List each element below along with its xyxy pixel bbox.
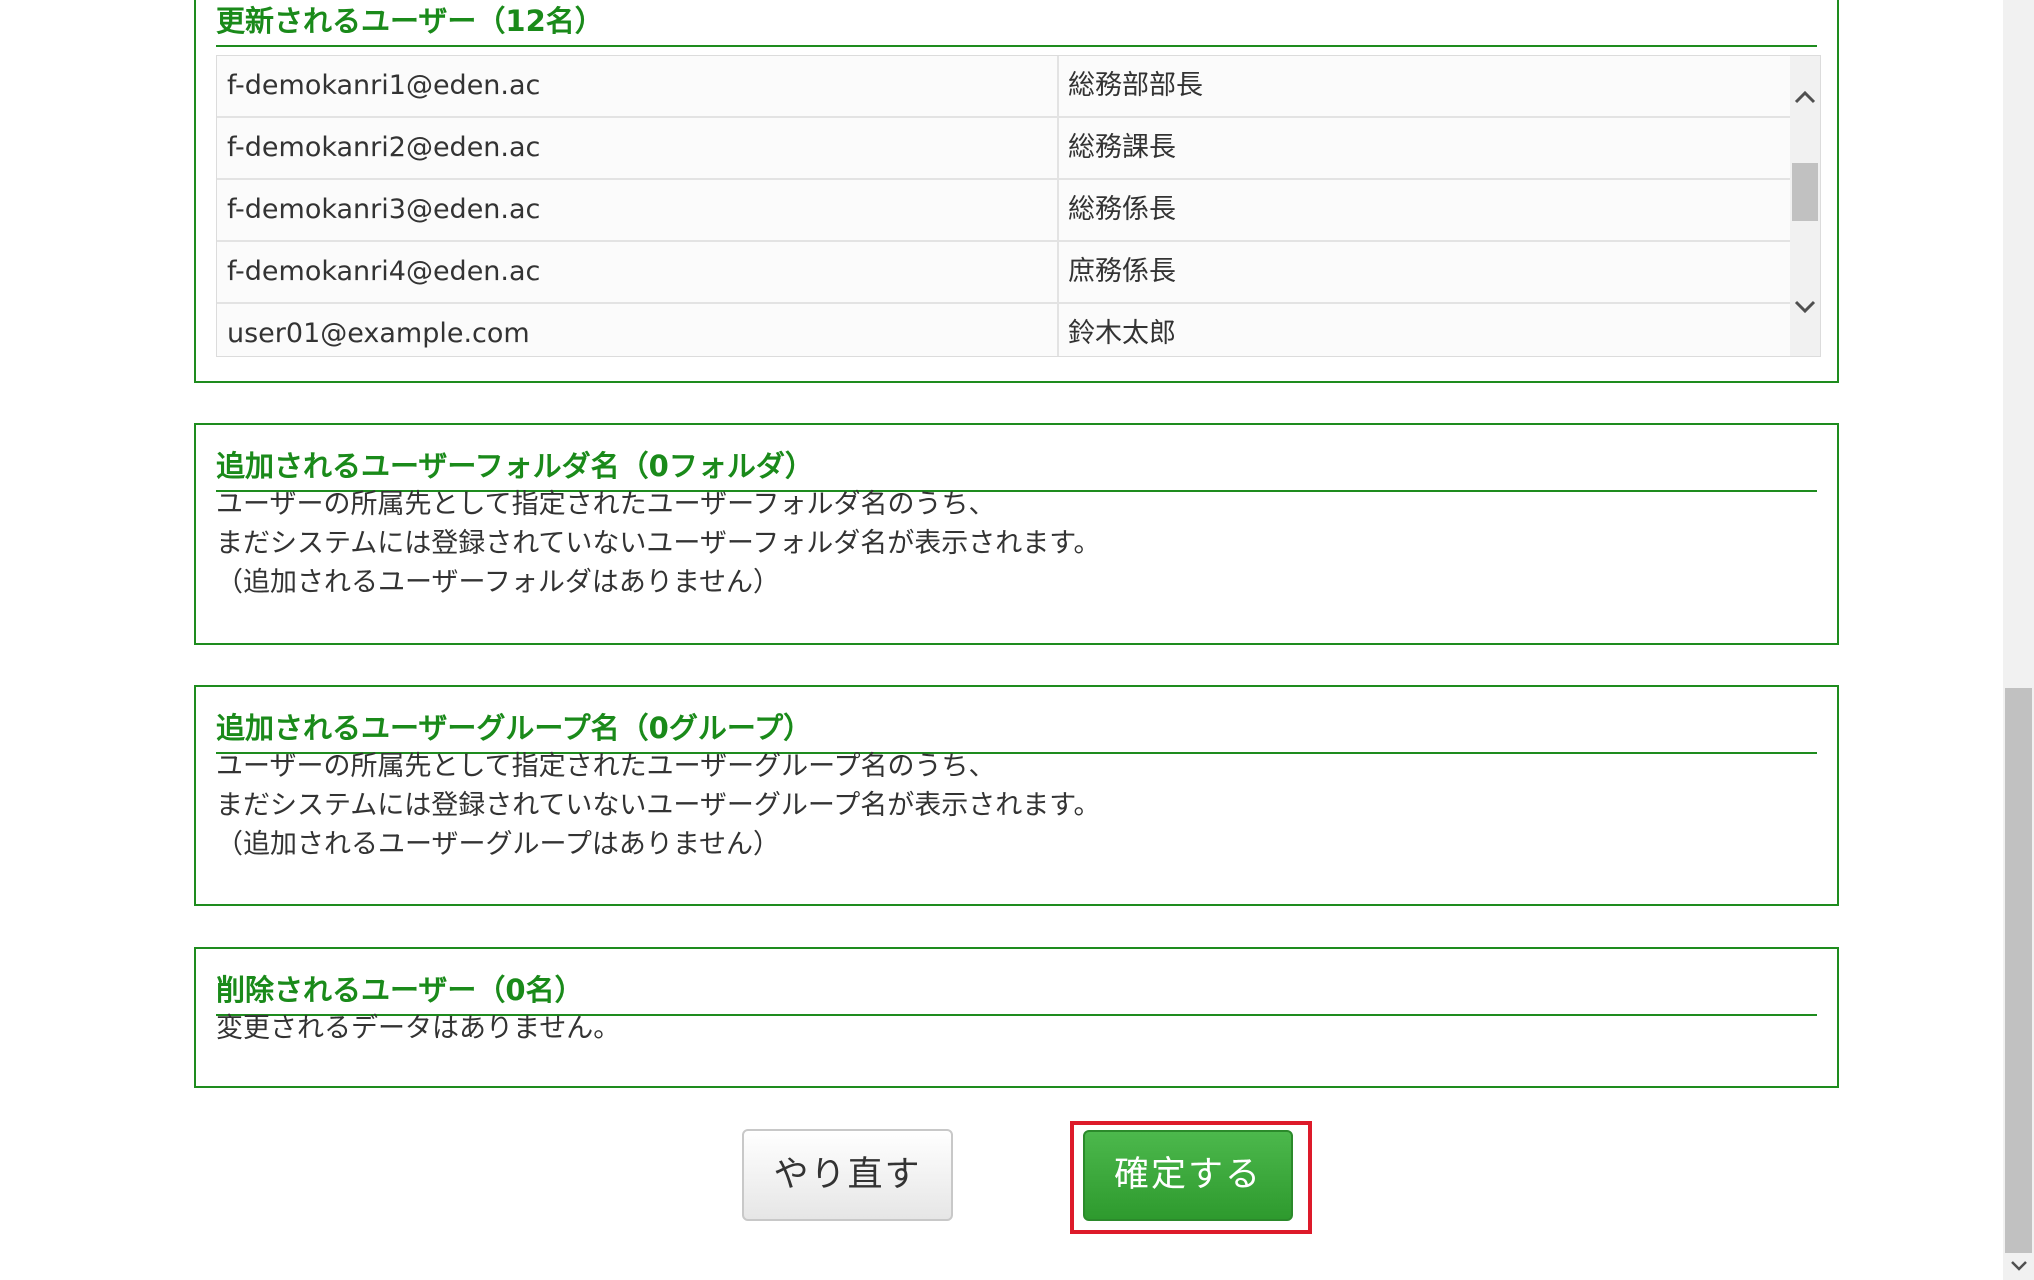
scrollbar-thumb[interactable] <box>1792 163 1818 221</box>
description-line: まだシステムには登録されていないユーザーグループ名が表示されます。 <box>216 790 1101 821</box>
table-row: user01@example.com 鈴木太郎 <box>217 304 1792 356</box>
description-line: ユーザーの所属先として指定されたユーザーグループ名のうち、 <box>216 751 996 782</box>
description-line: 変更されるデータはありません。 <box>216 1013 621 1044</box>
user-name: 庶務係長 <box>1068 256 1176 287</box>
updated-users-section: 更新されるユーザー（12名） f-demokanri1@eden.ac 総務部部… <box>194 0 1839 383</box>
user-email: f-demokanri4@eden.ac <box>227 256 541 287</box>
added-groups-description: ユーザーの所属先として指定されたユーザーグループ名のうち、 まだシステムには登録… <box>216 747 1817 864</box>
description-line: まだシステムには登録されていないユーザーフォルダ名が表示されます。 <box>216 528 1101 559</box>
chevron-down-icon[interactable] <box>2003 1249 2034 1280</box>
description-line: ユーザーの所属先として指定されたユーザーフォルダ名のうち、 <box>216 489 996 520</box>
updated-users-title: 更新されるユーザー（12名） <box>216 0 1817 47</box>
user-email: f-demokanri3@eden.ac <box>227 194 541 225</box>
column-divider <box>1057 242 1059 302</box>
added-groups-section: 追加されるユーザーグループ名（0グループ） ユーザーの所属先として指定されたユー… <box>194 685 1839 906</box>
redo-button[interactable]: やり直す <box>742 1129 953 1221</box>
user-name: 総務係長 <box>1068 194 1176 225</box>
updated-users-list[interactable]: f-demokanri1@eden.ac 総務部部長 f-demokanri2@… <box>216 55 1821 357</box>
user-table: f-demokanri1@eden.ac 総務部部長 f-demokanri2@… <box>217 56 1792 356</box>
page-scrollbar[interactable] <box>2003 0 2034 1280</box>
confirm-button[interactable]: 確定する <box>1083 1130 1293 1221</box>
table-row: f-demokanri1@eden.ac 総務部部長 <box>217 56 1792 118</box>
column-divider <box>1057 118 1059 178</box>
user-name: 総務課長 <box>1068 132 1176 163</box>
added-folders-description: ユーザーの所属先として指定されたユーザーフォルダ名のうち、 まだシステムには登録… <box>216 485 1817 602</box>
column-divider <box>1057 180 1059 240</box>
chevron-up-icon[interactable] <box>1790 81 1820 111</box>
deleted-users-description: 変更されるデータはありません。 <box>216 1009 1817 1048</box>
deleted-users-section: 削除されるユーザー（0名） 変更されるデータはありません。 <box>194 947 1839 1088</box>
added-folders-section: 追加されるユーザーフォルダ名（0フォルダ） ユーザーの所属先として指定されたユー… <box>194 423 1839 645</box>
table-row: f-demokanri3@eden.ac 総務係長 <box>217 180 1792 242</box>
user-name: 鈴木太郎 <box>1068 318 1176 349</box>
chevron-down-icon[interactable] <box>1790 291 1820 321</box>
user-email: f-demokanri1@eden.ac <box>227 70 541 101</box>
column-divider <box>1057 304 1059 356</box>
table-row: f-demokanri4@eden.ac 庶務係長 <box>217 242 1792 304</box>
table-row: f-demokanri2@eden.ac 総務課長 <box>217 118 1792 180</box>
page-scrollbar-thumb[interactable] <box>2005 688 2032 1253</box>
user-email: user01@example.com <box>227 318 530 349</box>
page: 更新されるユーザー（12名） f-demokanri1@eden.ac 総務部部… <box>0 0 2034 1280</box>
description-line: （追加されるユーザーフォルダはありません） <box>216 567 781 598</box>
user-name: 総務部部長 <box>1068 70 1203 101</box>
user-email: f-demokanri2@eden.ac <box>227 132 541 163</box>
user-list-scrollbar[interactable] <box>1790 56 1820 356</box>
description-line: （追加されるユーザーグループはありません） <box>216 829 781 860</box>
column-divider <box>1057 56 1059 116</box>
